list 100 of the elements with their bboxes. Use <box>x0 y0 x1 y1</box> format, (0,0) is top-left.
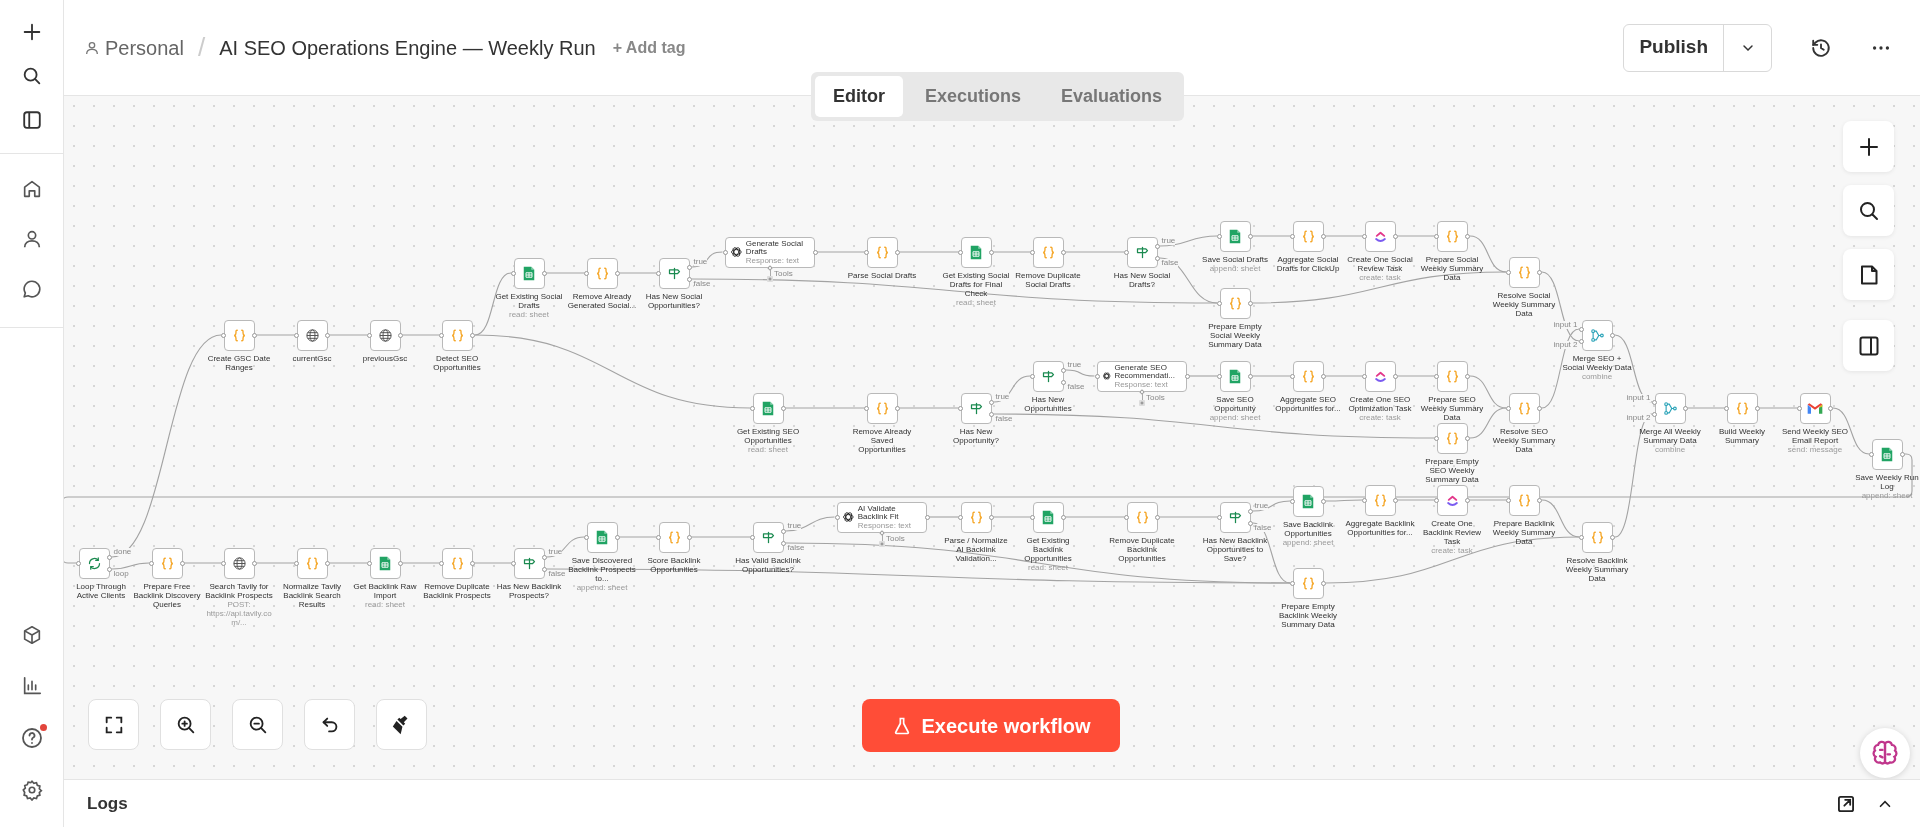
workflow-node[interactable] <box>1581 319 1613 351</box>
history-icon[interactable] <box>1810 36 1832 59</box>
workflow-node[interactable] <box>1292 485 1324 517</box>
workflow-node[interactable] <box>296 319 328 351</box>
input-port[interactable] <box>584 534 589 540</box>
output-port[interactable] <box>1321 373 1326 379</box>
workflow-node[interactable] <box>1726 392 1758 424</box>
output-port[interactable] <box>180 560 185 566</box>
output-port[interactable] <box>1683 405 1688 411</box>
workflow-node[interactable]: AI Validate Backlink Fit Response: text <box>837 501 927 533</box>
input-port[interactable] <box>1030 373 1035 379</box>
workflow-node[interactable] <box>960 236 992 268</box>
output-port[interactable] <box>1465 497 1470 503</box>
output-port[interactable] <box>1537 405 1542 411</box>
workflow-node[interactable] <box>369 547 401 579</box>
workflow-node[interactable] <box>1364 220 1396 252</box>
output-port[interactable] <box>1061 514 1066 520</box>
input-port[interactable] <box>656 270 661 276</box>
output-port[interactable] <box>895 405 900 411</box>
input-port[interactable] <box>439 560 444 566</box>
output-port[interactable] <box>615 270 620 276</box>
input-port[interactable] <box>1030 249 1035 255</box>
input-port[interactable] <box>750 405 755 411</box>
input-port[interactable] <box>1724 405 1729 411</box>
workflow-node[interactable] <box>1799 392 1831 424</box>
tool-port[interactable] <box>879 529 885 536</box>
view-tab[interactable]: Executions <box>907 76 1040 117</box>
workflow-node[interactable] <box>151 547 183 579</box>
input-port[interactable] <box>511 560 516 566</box>
output-port[interactable] <box>325 332 330 338</box>
workflow-node[interactable] <box>296 547 328 579</box>
output-port[interactable] <box>1248 300 1253 306</box>
output-port[interactable] <box>1610 534 1615 540</box>
input-port[interactable] <box>221 560 226 566</box>
input-port[interactable] <box>294 560 299 566</box>
output-port[interactable] <box>924 514 930 520</box>
output-port[interactable] <box>1321 498 1326 504</box>
workflow-node[interactable] <box>1581 521 1613 553</box>
output-port[interactable] <box>1465 435 1470 441</box>
workflow-node[interactable] <box>1219 220 1251 252</box>
input-port[interactable] <box>149 560 154 566</box>
input-port[interactable] <box>1362 497 1367 503</box>
output-port[interactable] <box>989 249 994 255</box>
workflow-node[interactable] <box>1436 484 1468 516</box>
workflow-node[interactable] <box>1364 484 1396 516</box>
fit-view-button[interactable] <box>88 699 139 750</box>
workflow-node[interactable] <box>223 319 255 351</box>
output-port[interactable] <box>989 514 994 520</box>
tool-port[interactable] <box>1139 388 1145 395</box>
output-port[interactable] <box>398 332 403 338</box>
workflow-node[interactable] <box>1871 438 1903 470</box>
add-tool-button[interactable] <box>1139 399 1145 406</box>
input-port[interactable] <box>958 249 963 255</box>
output-port[interactable] <box>398 560 403 566</box>
output-port[interactable] <box>1465 373 1470 379</box>
output-port[interactable] <box>1248 233 1253 239</box>
input-port[interactable] <box>221 332 226 338</box>
workflow-node[interactable] <box>586 257 618 289</box>
output-port[interactable] <box>1537 497 1542 503</box>
output-port[interactable] <box>470 332 475 338</box>
input-port[interactable] <box>834 514 840 520</box>
undo-button[interactable] <box>304 699 355 750</box>
workflow-node[interactable] <box>866 392 898 424</box>
output-port[interactable] <box>470 560 475 566</box>
output-port[interactable] <box>1610 332 1615 338</box>
output-port[interactable] <box>1393 233 1398 239</box>
input-port[interactable] <box>1217 514 1222 520</box>
chat-icon[interactable] <box>20 278 43 300</box>
workflow-node[interactable] <box>1364 360 1396 392</box>
input-port[interactable] <box>1124 249 1129 255</box>
workflow-node[interactable] <box>1219 501 1251 533</box>
workflow-node[interactable] <box>441 547 473 579</box>
workflow-node[interactable] <box>1436 422 1468 454</box>
output-port[interactable] <box>812 249 818 255</box>
workflow-node[interactable] <box>1032 501 1064 533</box>
add-node-button[interactable] <box>1843 121 1894 172</box>
output-port[interactable] <box>1393 497 1398 503</box>
input-port[interactable] <box>1030 514 1035 520</box>
workflow-node[interactable] <box>78 547 110 579</box>
input-port[interactable] <box>1434 435 1439 441</box>
input-port[interactable] <box>1434 373 1439 379</box>
workflow-node[interactable] <box>369 319 401 351</box>
add-tag-link[interactable]: + Add tag <box>612 35 686 60</box>
input-port[interactable] <box>1217 373 1222 379</box>
input-port[interactable] <box>1290 580 1295 586</box>
panel-icon[interactable] <box>20 109 43 131</box>
input-port[interactable] <box>1579 534 1584 540</box>
input-port[interactable] <box>1290 233 1295 239</box>
output-port[interactable] <box>542 270 547 276</box>
logs-label[interactable]: Logs <box>87 790 128 817</box>
input-port[interactable] <box>439 332 444 338</box>
workflow-node[interactable] <box>1292 360 1324 392</box>
input-port[interactable] <box>367 560 372 566</box>
input-port[interactable] <box>1506 497 1511 503</box>
sticky-note-button[interactable] <box>1843 249 1894 300</box>
ai-assistant-button[interactable] <box>1860 728 1910 778</box>
output-port[interactable] <box>1061 249 1066 255</box>
input-port[interactable] <box>864 405 869 411</box>
input-port[interactable] <box>1506 405 1511 411</box>
output-port[interactable] <box>1900 451 1905 457</box>
